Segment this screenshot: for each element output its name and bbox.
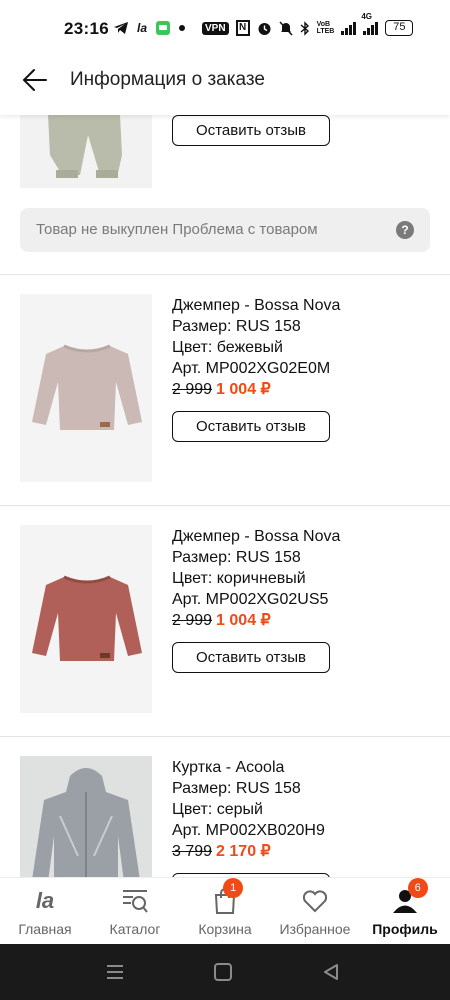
product-name[interactable]: Джемпер - Bossa Nova bbox=[172, 526, 340, 547]
battery-icon: 75 bbox=[385, 20, 414, 36]
item-problem-bar[interactable]: Товар не выкуплен Проблема с товаром ? bbox=[20, 208, 430, 252]
back-triangle-icon[interactable] bbox=[320, 962, 342, 982]
signal-icon bbox=[341, 21, 357, 35]
bluetooth-icon bbox=[300, 20, 309, 36]
product-details: Куртка - Acoola Размер: RUS 158 Цвет: се… bbox=[172, 757, 325, 862]
nav-favorites[interactable]: Избранное bbox=[270, 878, 360, 944]
leave-review-button[interactable]: Оставить отзыв bbox=[172, 115, 330, 146]
vpn-badge: VPN bbox=[202, 21, 229, 35]
product-image-trousers[interactable] bbox=[20, 115, 152, 188]
nfc-icon: N bbox=[235, 20, 250, 36]
cart-badge: 1 bbox=[223, 878, 244, 898]
trousers-image bbox=[48, 115, 122, 178]
nav-favorites-label: Избранное bbox=[279, 921, 351, 937]
product-size: Размер: RUS 158 bbox=[172, 780, 301, 797]
divider bbox=[0, 274, 450, 275]
catalog-icon bbox=[123, 890, 148, 913]
product-details: Джемпер - Bossa Nova Размер: RUS 158 Цве… bbox=[172, 295, 340, 400]
lamoda-notification-icon: la bbox=[137, 21, 148, 35]
nav-catalog[interactable]: Каталог bbox=[90, 878, 180, 944]
product-color: Цвет: коричневый bbox=[172, 570, 306, 587]
product-details: Джемпер - Bossa Nova Размер: RUS 158 Цве… bbox=[172, 526, 340, 631]
lamoda-logo-icon: la bbox=[35, 888, 55, 913]
system-navigation-bar bbox=[0, 944, 450, 1000]
bottom-navigation: la Главная Каталог 1 Корзина Избранное 6 bbox=[0, 877, 450, 944]
old-price: 2 999 bbox=[172, 612, 213, 629]
product-name[interactable]: Куртка - Acoola bbox=[172, 757, 325, 778]
nav-cart[interactable]: 1 Корзина bbox=[180, 878, 270, 944]
nav-cart-label: Корзина bbox=[198, 921, 252, 937]
problem-text: Товар не выкуплен Проблема с товаром bbox=[36, 221, 318, 238]
profile-badge: 6 bbox=[407, 878, 428, 898]
system-status-icons: VPN N VoB LTEB 4G 75 bbox=[202, 12, 414, 36]
status-time: 23:16 bbox=[64, 19, 109, 38]
order-items-list[interactable]: Оставить отзыв Товар не выкуплен Проблем… bbox=[0, 115, 450, 877]
heart-icon bbox=[302, 890, 328, 913]
home-icon[interactable] bbox=[212, 962, 234, 982]
telegram-icon bbox=[114, 22, 128, 34]
product-name[interactable]: Джемпер - Bossa Nova bbox=[172, 295, 340, 316]
menu-icon[interactable] bbox=[104, 962, 126, 982]
app-header: Информация о заказе bbox=[0, 60, 450, 115]
product-image[interactable] bbox=[20, 525, 152, 713]
product-sku: Арт. MP002XB020H9 bbox=[172, 822, 325, 839]
alarm-icon bbox=[258, 22, 271, 35]
product-sku: Арт. MP002XG02US5 bbox=[172, 591, 329, 608]
mute-icon bbox=[279, 20, 293, 36]
new-price: 1 004 ₽ bbox=[216, 381, 271, 398]
divider bbox=[0, 505, 450, 506]
product-color: Цвет: бежевый bbox=[172, 339, 283, 356]
product-image[interactable] bbox=[20, 294, 152, 482]
volte-icon: VoB LTEB bbox=[316, 21, 335, 35]
nav-home-label: Главная bbox=[18, 921, 72, 937]
product-price: 2 999 1 004 ₽ bbox=[172, 379, 340, 400]
product-sku: Арт. MP002XG02E0M bbox=[172, 360, 331, 377]
product-price: 2 999 1 004 ₽ bbox=[172, 610, 340, 631]
nav-catalog-label: Каталог bbox=[109, 921, 161, 937]
product-size: Размер: RUS 158 bbox=[172, 549, 301, 566]
nav-profile-label: Профиль bbox=[372, 921, 438, 937]
old-price: 2 999 bbox=[172, 381, 213, 398]
old-price: 3 799 bbox=[172, 843, 213, 860]
nav-profile[interactable]: 6 Профиль bbox=[360, 878, 450, 944]
question-icon[interactable]: ? bbox=[396, 221, 414, 239]
product-size: Размер: RUS 158 bbox=[172, 318, 301, 335]
nav-home[interactable]: la Главная bbox=[0, 878, 90, 944]
jacket-grey-image bbox=[32, 768, 140, 877]
product-image[interactable] bbox=[20, 756, 152, 877]
sweater-brown-image bbox=[32, 575, 142, 661]
new-price: 2 170 ₽ bbox=[216, 843, 271, 860]
leave-review-button[interactable]: Оставить отзыв bbox=[172, 411, 330, 442]
messages-icon bbox=[156, 21, 171, 35]
page-title: Информация о заказе bbox=[70, 69, 265, 90]
leave-review-button[interactable]: Оставить отзыв bbox=[172, 642, 330, 673]
arrow-left-icon bbox=[22, 69, 47, 91]
sweater-beige-image bbox=[32, 344, 142, 430]
dot-icon bbox=[179, 25, 186, 31]
signal-4g-icon: 4G bbox=[361, 12, 379, 35]
new-price: 1 004 ₽ bbox=[216, 612, 271, 629]
status-bar: 23:16 la VPN N VoB LTEB 4G 75 bbox=[0, 0, 450, 60]
product-price: 3 799 2 170 ₽ bbox=[172, 841, 325, 862]
product-color: Цвет: серый bbox=[172, 801, 263, 818]
divider bbox=[0, 736, 450, 737]
back-button[interactable] bbox=[20, 65, 50, 95]
notification-icons: la bbox=[113, 20, 186, 36]
